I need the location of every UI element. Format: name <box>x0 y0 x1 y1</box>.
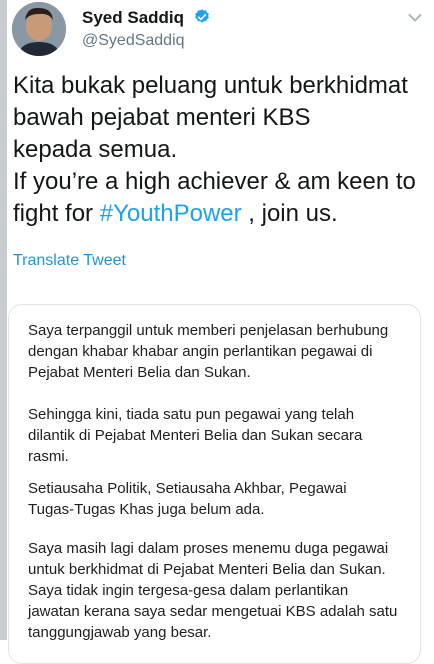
author-handle[interactable]: @SyedSaddiq <box>82 32 185 50</box>
avatar-photo <box>12 2 66 56</box>
hashtag-link[interactable]: #YouthPower <box>100 200 242 227</box>
statement-paragraph: Setiausaha Politik, Setiausaha Akhbar, P… <box>28 480 347 518</box>
statement-paragraph: Sehingga kini, tiada satu pun pegawai ya… <box>28 406 363 465</box>
chevron-down-icon[interactable] <box>408 10 422 28</box>
statement-paragraph: Saya terpanggil untuk memberi penjelasan… <box>28 322 389 381</box>
author-name-row[interactable]: Syed Saddiq <box>82 8 211 31</box>
author-name[interactable]: Syed Saddiq <box>82 8 184 27</box>
tweet-text-end: , join us. <box>241 200 338 227</box>
scroll-gutter <box>0 0 7 640</box>
translate-tweet-link[interactable]: Translate Tweet <box>13 252 126 270</box>
avatar[interactable] <box>12 2 66 56</box>
verified-badge-icon <box>193 8 211 31</box>
tweet-text: Kita bukak peluang untuk berkhidmat bawa… <box>13 70 428 230</box>
statement-paragraph: Saya masih lagi dalam proses menemu duga… <box>28 540 398 641</box>
